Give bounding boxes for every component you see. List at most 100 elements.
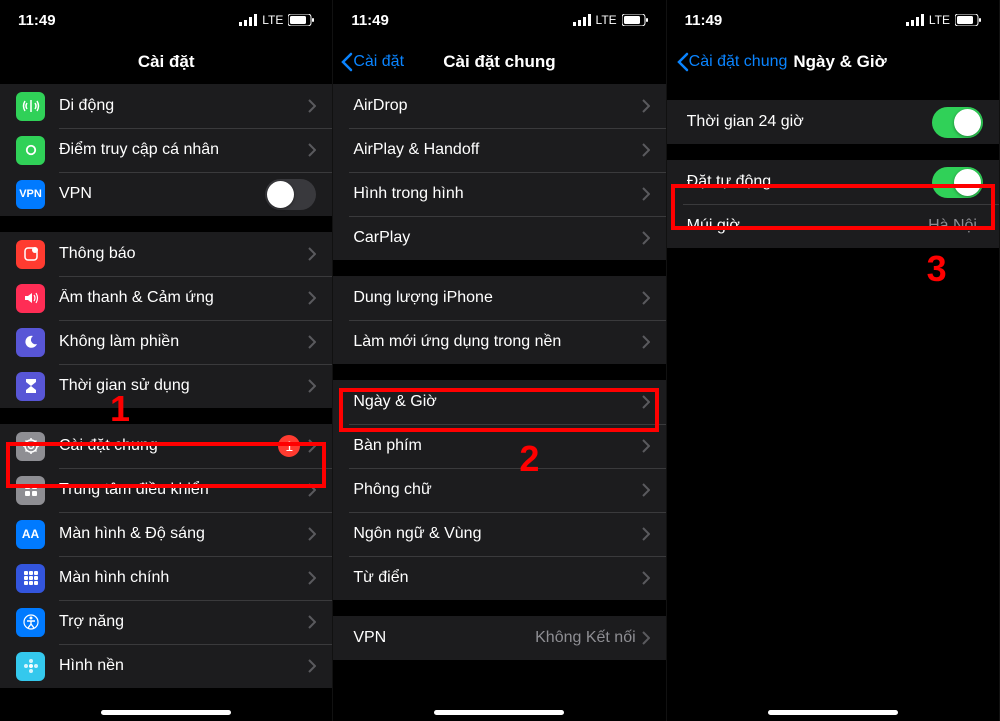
sliders-icon [16,476,45,505]
chevron-right-icon [642,335,650,349]
row-label: Thông báo [59,245,308,263]
row-vpn[interactable]: VPN Không Kết nối [333,616,665,660]
chevron-right-icon [642,631,650,645]
gear-icon [16,432,45,461]
row-label: Hình nền [59,657,308,675]
back-label: Cài đặt chung [689,53,788,71]
row-label: Trợ năng [59,613,308,631]
row-label: CarPlay [353,229,641,247]
row-datetime[interactable]: Ngày & Giờ [333,380,665,424]
row-label: Phông chữ [353,481,641,499]
row-accessibility[interactable]: Trợ năng [0,600,332,644]
chevron-right-icon [642,187,650,201]
status-time: 11:49 [18,12,56,29]
chevron-right-icon [308,247,316,261]
chevron-right-icon [642,291,650,305]
row-background-refresh[interactable]: Làm mới ứng dụng trong nền [333,320,665,364]
row-storage[interactable]: Dung lượng iPhone [333,276,665,320]
row-label: Không làm phiền [59,333,308,351]
row-airdrop[interactable]: AirDrop [333,84,665,128]
network-label: LTE [929,13,950,27]
row-label: Cài đặt chung [59,437,278,455]
chevron-right-icon [308,379,316,393]
row-pip[interactable]: Hình trong hình [333,172,665,216]
home-indicator[interactable] [768,710,898,715]
row-display[interactable]: AA Màn hình & Độ sáng [0,512,332,556]
back-button[interactable]: Cài đặt [341,52,404,72]
row-label: Hình trong hình [353,185,641,203]
row-notifications[interactable]: Thông báo [0,232,332,276]
row-hotspot[interactable]: Điểm truy cập cá nhân [0,128,332,172]
chevron-right-icon [642,99,650,113]
nav-header: Cài đặt chung Ngày & Giờ [667,40,999,84]
status-time: 11:49 [685,12,723,29]
network-label: LTE [262,13,283,27]
grid-icon [16,564,45,593]
battery-icon [622,14,648,26]
back-button[interactable]: Cài đặt chung [677,52,788,72]
row-carplay[interactable]: CarPlay [333,216,665,260]
status-time: 11:49 [351,12,389,29]
row-set-auto[interactable]: Đặt tự động [667,160,999,204]
status-bar: 11:49 LTE [0,0,332,40]
row-label: AirDrop [353,97,641,115]
row-label: VPN [59,185,265,203]
chevron-right-icon [308,571,316,585]
row-value: Hà Nội [928,217,977,235]
general-list[interactable]: AirDrop AirPlay & Handoff Hình trong hìn… [333,84,665,721]
row-general[interactable]: Cài đặt chung 1 [0,424,332,468]
settings-list[interactable]: Di động Điểm truy cập cá nhân VPN VPN Th… [0,84,332,721]
page-title: Ngày & Giờ [793,52,886,72]
chevron-right-icon [642,395,650,409]
row-24h[interactable]: Thời gian 24 giờ [667,100,999,144]
link-icon [16,136,45,165]
home-indicator[interactable] [434,710,564,715]
row-airplay[interactable]: AirPlay & Handoff [333,128,665,172]
row-label: Màn hình chính [59,569,308,587]
row-sounds[interactable]: Âm thanh & Cảm ứng [0,276,332,320]
datetime-list[interactable]: Thời gian 24 giờ Đặt tự động Múi giờ Hà … [667,84,999,721]
row-label: Điểm truy cập cá nhân [59,141,308,159]
row-timezone[interactable]: Múi giờ Hà Nội [667,204,999,248]
annotation-number-1: 1 [110,388,130,430]
row-wallpaper[interactable]: Hình nền [0,644,332,688]
home-indicator[interactable] [101,710,231,715]
row-label: AirPlay & Handoff [353,141,641,159]
chevron-right-icon [642,143,650,157]
toggle-24h[interactable] [932,107,983,138]
row-label: Từ điển [353,569,641,587]
toggle-auto[interactable] [932,167,983,198]
battery-icon [955,14,981,26]
row-dictionary[interactable]: Từ điển [333,556,665,600]
chevron-left-icon [341,52,353,72]
page-title: Cài đặt chung [443,52,555,72]
page-title: Cài đặt [138,52,195,72]
moon-icon [16,328,45,357]
network-label: LTE [596,13,617,27]
row-dnd[interactable]: Không làm phiền [0,320,332,364]
row-label: Thời gian sử dụng [59,377,308,395]
speaker-icon [16,284,45,313]
row-fonts[interactable]: Phông chữ [333,468,665,512]
vpn-toggle[interactable] [265,179,316,210]
back-label: Cài đặt [353,53,404,71]
chevron-right-icon [308,483,316,497]
nav-header: Cài đặt [0,40,332,84]
row-label: Ngôn ngữ & Vùng [353,525,641,543]
annotation-number-2: 2 [519,438,539,480]
row-label: Thời gian 24 giờ [687,113,932,131]
row-vpn[interactable]: VPN VPN [0,172,332,216]
row-cellular[interactable]: Di động [0,84,332,128]
row-language[interactable]: Ngôn ngữ & Vùng [333,512,665,556]
row-keyboard[interactable]: Bàn phím [333,424,665,468]
signal-icon [906,14,924,26]
chevron-right-icon [308,99,316,113]
row-control-center[interactable]: Trung tâm điều khiển [0,468,332,512]
row-label: Âm thanh & Cảm ứng [59,289,308,307]
row-home-screen[interactable]: Màn hình chính [0,556,332,600]
antenna-icon [16,92,45,121]
row-screentime[interactable]: Thời gian sử dụng [0,364,332,408]
chevron-right-icon [308,291,316,305]
vpn-icon: VPN [16,180,45,209]
bell-icon [16,240,45,269]
